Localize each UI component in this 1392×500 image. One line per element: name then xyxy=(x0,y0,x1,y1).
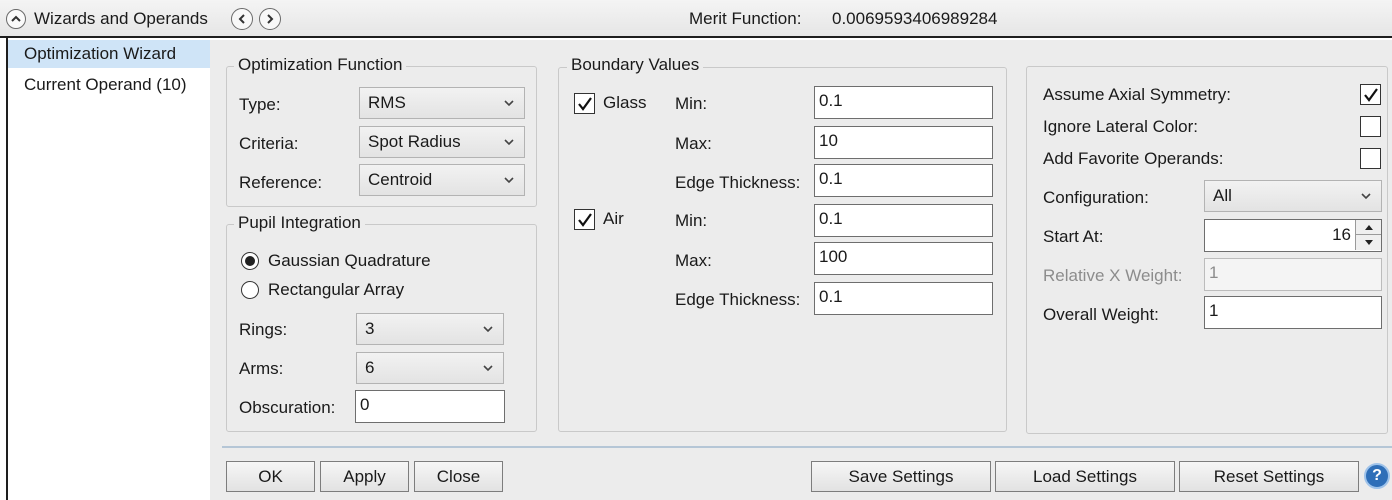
favorite-operands-label: Add Favorite Operands: xyxy=(1043,149,1224,168)
title-bar: Wizards and Operands Merit Function: 0.0… xyxy=(0,0,1392,38)
spinner-buttons xyxy=(1355,220,1381,250)
chevron-down-icon xyxy=(1361,193,1371,200)
favorite-operands-checkbox[interactable] xyxy=(1360,148,1381,169)
type-label: Type: xyxy=(239,95,281,114)
lateral-color-label: Ignore Lateral Color: xyxy=(1043,117,1198,136)
rings-label: Rings: xyxy=(239,320,288,339)
arms-label: Arms: xyxy=(239,359,284,378)
air-max-input[interactable]: 100 xyxy=(814,242,993,275)
boundary-values-title: Boundary Values xyxy=(567,55,704,75)
air-edge-label: Edge Thickness: xyxy=(675,290,801,309)
start-at-spinner[interactable]: 16 xyxy=(1204,219,1382,252)
air-max-label: Max: xyxy=(675,251,712,270)
reference-label: Reference: xyxy=(239,173,323,192)
checkmark-icon xyxy=(1363,87,1378,102)
ok-button[interactable]: OK xyxy=(226,461,315,492)
chevron-down-icon xyxy=(483,326,493,333)
criteria-value: Spot Radius xyxy=(368,132,461,151)
checkmark-icon xyxy=(577,212,592,227)
save-settings-button[interactable]: Save Settings xyxy=(811,461,991,492)
lateral-color-checkbox[interactable] xyxy=(1360,116,1381,137)
overall-weight-label: Overall Weight: xyxy=(1043,305,1159,324)
checkmark-icon xyxy=(577,96,592,111)
optimization-function-title: Optimization Function xyxy=(234,55,407,75)
air-checkbox[interactable] xyxy=(574,209,595,230)
air-edge-input[interactable]: 0.1 xyxy=(814,282,993,315)
nav-item-optimization-wizard[interactable]: Optimization Wizard xyxy=(8,40,210,68)
pupil-integration-title: Pupil Integration xyxy=(234,213,365,233)
air-min-label: Min: xyxy=(675,211,708,230)
reference-value: Centroid xyxy=(368,170,433,189)
criteria-label: Criteria: xyxy=(239,134,299,153)
sidebar: Optimization Wizard Current Operand (10) xyxy=(8,40,210,500)
configuration-value: All xyxy=(1213,186,1232,205)
start-at-label: Start At: xyxy=(1043,227,1104,246)
type-dropdown[interactable]: RMS xyxy=(359,87,525,119)
merit-function-value: 0.0069593406989284 xyxy=(832,9,998,28)
glass-label: Glass xyxy=(603,93,647,112)
obscuration-label: Obscuration: xyxy=(239,398,336,417)
glass-max-input[interactable]: 10 xyxy=(814,126,993,159)
forward-arrow-icon[interactable] xyxy=(259,8,281,30)
glass-checkbox[interactable] xyxy=(574,93,595,114)
help-icon[interactable]: ? xyxy=(1364,463,1390,489)
reference-dropdown[interactable]: Centroid xyxy=(359,164,525,196)
load-settings-button[interactable]: Load Settings xyxy=(995,461,1175,492)
back-arrow-icon[interactable] xyxy=(231,8,253,30)
chevron-down-icon xyxy=(483,365,493,372)
merit-function-label: Merit Function: xyxy=(689,9,802,28)
air-label: Air xyxy=(603,209,624,228)
apply-button[interactable]: Apply xyxy=(320,461,409,492)
glass-edge-label: Edge Thickness: xyxy=(675,173,801,192)
obscuration-input[interactable]: 0 xyxy=(355,390,505,423)
glass-min-input[interactable]: 0.1 xyxy=(814,86,993,119)
arms-value: 6 xyxy=(365,358,375,377)
glass-edge-input[interactable]: 0.1 xyxy=(814,164,993,197)
configuration-label: Configuration: xyxy=(1043,188,1149,207)
chevron-up-icon[interactable] xyxy=(6,9,26,29)
chevron-down-icon xyxy=(504,100,514,107)
reset-settings-button[interactable]: Reset Settings xyxy=(1179,461,1359,492)
start-at-value: 16 xyxy=(1332,225,1351,244)
chevron-down-icon xyxy=(504,177,514,184)
relative-x-weight-input: 1 xyxy=(1204,258,1382,291)
axial-symmetry-label: Assume Axial Symmetry: xyxy=(1043,85,1231,104)
rectangular-array-radio[interactable] xyxy=(241,281,259,299)
glass-min-label: Min: xyxy=(675,94,708,113)
glass-max-label: Max: xyxy=(675,134,712,153)
criteria-dropdown[interactable]: Spot Radius xyxy=(359,126,525,158)
chevron-down-icon xyxy=(504,139,514,146)
axial-symmetry-checkbox[interactable] xyxy=(1360,84,1381,105)
button-bar-separator xyxy=(222,446,1392,448)
gaussian-quadrature-label: Gaussian Quadrature xyxy=(268,251,431,270)
relative-x-weight-label: Relative X Weight: xyxy=(1043,266,1183,285)
nav-item-current-operand[interactable]: Current Operand (10) xyxy=(8,71,210,99)
type-value: RMS xyxy=(368,93,406,112)
rings-value: 3 xyxy=(365,319,375,338)
air-min-input[interactable]: 0.1 xyxy=(814,204,993,237)
rectangular-array-label: Rectangular Array xyxy=(268,280,405,299)
arms-dropdown[interactable]: 6 xyxy=(356,352,504,384)
spin-down-icon[interactable] xyxy=(1356,235,1381,250)
window-title: Wizards and Operands xyxy=(34,9,208,28)
rings-dropdown[interactable]: 3 xyxy=(356,313,504,345)
spin-up-icon[interactable] xyxy=(1356,220,1381,235)
close-button[interactable]: Close xyxy=(414,461,503,492)
configuration-dropdown[interactable]: All xyxy=(1204,180,1382,212)
gaussian-quadrature-radio[interactable] xyxy=(241,252,259,270)
overall-weight-input[interactable]: 1 xyxy=(1204,296,1382,329)
